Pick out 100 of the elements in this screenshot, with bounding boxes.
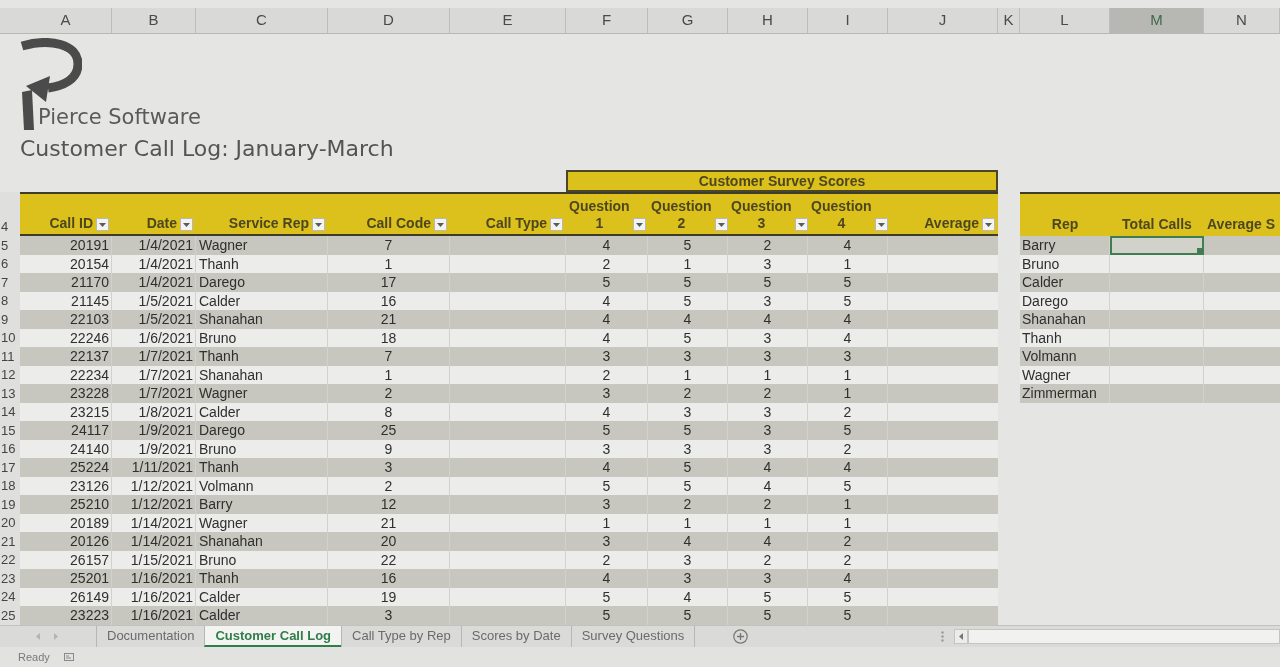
- column-header[interactable]: C: [196, 8, 328, 33]
- table-cell: 5: [808, 273, 888, 292]
- table-cell: 4: [808, 458, 888, 477]
- row-number[interactable]: 23: [0, 569, 20, 588]
- caret-left-icon: [36, 632, 40, 640]
- column-header[interactable]: B: [112, 8, 196, 33]
- column-label: Rep: [1050, 216, 1080, 233]
- column-header[interactable]: H: [728, 8, 808, 33]
- table-cell: 25: [328, 421, 450, 440]
- table-cell: 17: [328, 273, 450, 292]
- table-cell: Thanh: [196, 458, 328, 477]
- filter-button[interactable]: [714, 218, 728, 231]
- sheet-tab[interactable]: Call Type by Rep: [341, 625, 461, 647]
- filter-button[interactable]: [982, 218, 995, 231]
- table-cell: Thanh: [196, 347, 328, 366]
- column-header[interactable]: K: [998, 8, 1020, 33]
- table-cell: Barry: [196, 495, 328, 514]
- table-cell: Shanahan: [1020, 310, 1110, 329]
- row-number[interactable]: 9: [0, 310, 20, 329]
- row-number[interactable]: 7: [0, 273, 20, 292]
- column-label: Question 4: [811, 198, 872, 232]
- table-cell: 5: [808, 606, 888, 625]
- row-number[interactable]: 4: [0, 192, 20, 236]
- sheet-tab[interactable]: Scores by Date: [460, 625, 571, 647]
- table-cell: 2: [728, 236, 808, 255]
- column-header[interactable]: G: [648, 8, 728, 33]
- table-cell: 23223: [20, 606, 112, 625]
- table-cell: 5: [648, 421, 728, 440]
- column-header[interactable]: A: [20, 8, 112, 33]
- column-label: Call Type: [484, 215, 547, 232]
- table-cell: 25224: [20, 458, 112, 477]
- table-cell: 21: [328, 310, 450, 329]
- row-number[interactable]: 19: [0, 495, 20, 514]
- row-number[interactable]: 13: [0, 384, 20, 403]
- table-cell: 22103: [20, 310, 112, 329]
- table-cell: 4: [728, 458, 808, 477]
- table-cell: 1/5/2021: [112, 310, 196, 329]
- table-cell: 2: [648, 384, 728, 403]
- column-header[interactable]: I: [808, 8, 888, 33]
- table-cell: 20: [328, 532, 450, 551]
- table-cell: Thanh: [196, 569, 328, 588]
- table-cell: 4: [566, 569, 648, 588]
- fill-handle[interactable]: [1197, 247, 1202, 253]
- caret-down-icon: [985, 222, 992, 227]
- filter-button[interactable]: [312, 218, 325, 231]
- column-label: Average S: [1207, 216, 1276, 233]
- table-cell: 1/4/2021: [112, 236, 196, 255]
- table-cell: 5: [648, 236, 728, 255]
- column-header[interactable]: D: [328, 8, 450, 33]
- filter-button[interactable]: [96, 218, 109, 231]
- table-cell: 4: [648, 532, 728, 551]
- caret-down-icon: [877, 222, 885, 227]
- vertical-dots-icon[interactable]: [941, 630, 944, 642]
- row-number[interactable]: 11: [0, 347, 20, 366]
- caret-down-icon: [717, 222, 725, 227]
- table-cell: Volmann: [1020, 347, 1110, 366]
- table-cell: 1/14/2021: [112, 532, 196, 551]
- table-cell: 23228: [20, 384, 112, 403]
- column-label: Service Rep: [227, 215, 309, 232]
- table-cell: Wagner: [196, 236, 328, 255]
- small-sheet-icon: [63, 652, 74, 661]
- column-header[interactable]: E: [450, 8, 566, 33]
- column-header[interactable]: F: [566, 8, 648, 33]
- sheet-tab[interactable]: Customer Call Log: [204, 625, 342, 647]
- table-cell: 4: [566, 310, 648, 329]
- table-cell: 1/11/2021: [112, 458, 196, 477]
- column-header[interactable]: J: [888, 8, 998, 33]
- row-number[interactable]: 21: [0, 532, 20, 551]
- table-cell: 3: [566, 495, 648, 514]
- filter-button[interactable]: [180, 218, 193, 231]
- filter-button[interactable]: [632, 218, 646, 231]
- filter-button[interactable]: [794, 218, 808, 231]
- row-number[interactable]: 25: [0, 606, 20, 625]
- table-cell: 20126: [20, 532, 112, 551]
- table-cell: 4: [648, 310, 728, 329]
- table-cell: 5: [648, 273, 728, 292]
- table-cell: 4: [808, 236, 888, 255]
- table-cell: 1/7/2021: [112, 384, 196, 403]
- plus-circle-icon: [733, 628, 749, 644]
- filter-button[interactable]: [434, 218, 447, 231]
- table-cell: 1/4/2021: [112, 273, 196, 292]
- row-number[interactable]: 17: [0, 458, 20, 477]
- caret-down-icon: [315, 222, 322, 227]
- table-cell: 1: [808, 384, 888, 403]
- scroll-left-button[interactable]: [954, 628, 968, 644]
- table-cell: 5: [566, 606, 648, 625]
- filter-button[interactable]: [550, 218, 563, 231]
- table-cell: 2: [728, 495, 808, 514]
- active-cell[interactable]: [1110, 236, 1204, 255]
- filter-button[interactable]: [874, 218, 888, 231]
- table-cell: 4: [728, 532, 808, 551]
- table-cell: 1/7/2021: [112, 347, 196, 366]
- table-cell: 5: [648, 606, 728, 625]
- row-number[interactable]: 5: [0, 236, 20, 255]
- table-cell: Calder: [1020, 273, 1110, 292]
- row-number[interactable]: 15: [0, 421, 20, 440]
- table-cell: 1/16/2021: [112, 569, 196, 588]
- sheet-tab[interactable]: Survey Questions: [570, 625, 695, 647]
- horizontal-scrollbar[interactable]: [968, 628, 1280, 644]
- column-header[interactable]: N: [1204, 8, 1280, 33]
